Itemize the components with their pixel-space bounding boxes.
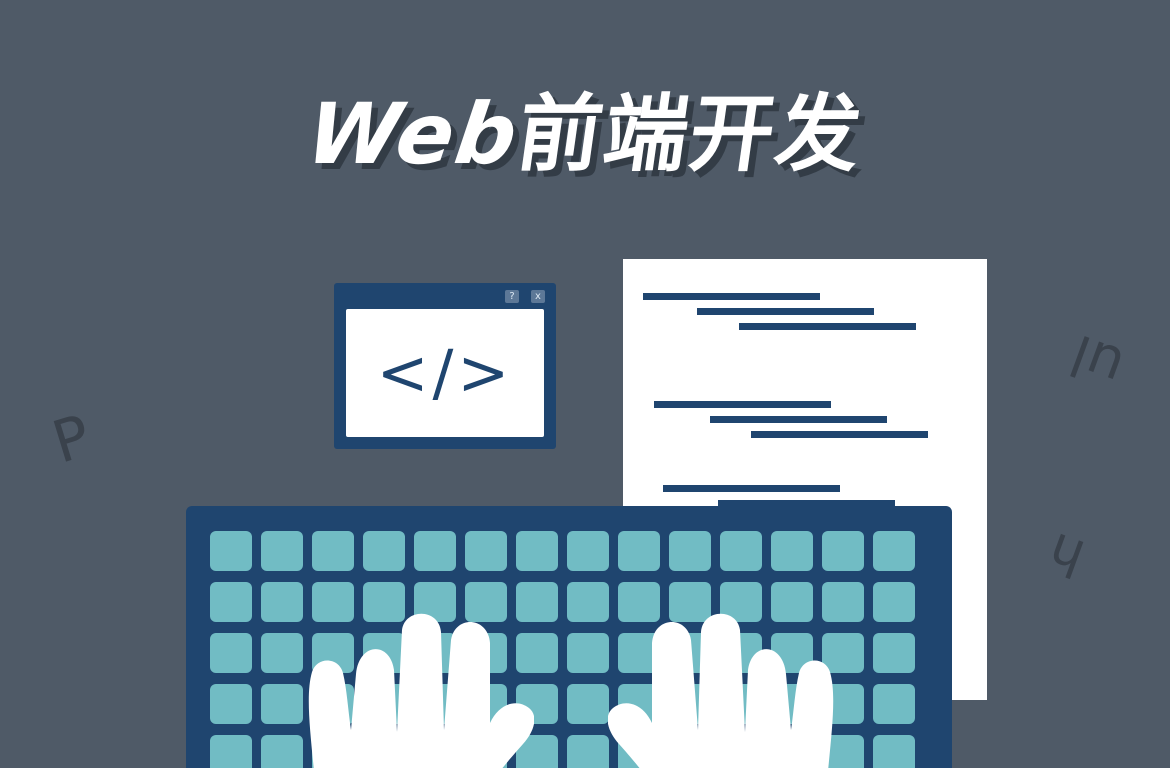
- document-line: [643, 293, 820, 300]
- keyboard-key: [261, 531, 303, 571]
- keyboard-key: [210, 531, 252, 571]
- code-symbol-text: </>: [346, 309, 544, 437]
- keyboard-key: [669, 531, 711, 571]
- right-hand-shape: [608, 613, 834, 768]
- keyboard-key: [210, 735, 252, 768]
- left-hand-shape: [308, 613, 534, 768]
- code-window-icon: ? x </>: [334, 283, 556, 449]
- right-hand-icon: [608, 612, 848, 768]
- document-line: [697, 308, 874, 315]
- keyboard-key: [873, 684, 915, 724]
- keyboard-key: [567, 633, 609, 673]
- document-line: [751, 431, 928, 438]
- document-line: [663, 485, 840, 492]
- document-line: [710, 416, 887, 423]
- banner-title: Web前端开发: [0, 85, 1170, 183]
- document-line: [654, 401, 831, 408]
- left-hand-svg: [308, 613, 534, 768]
- keyboard-key: [720, 531, 762, 571]
- keyboard-key: [567, 684, 609, 724]
- keyboard-key: [873, 633, 915, 673]
- keyboard-key: [567, 531, 609, 571]
- keyboard-key: [516, 531, 558, 571]
- floating-letter-h: h: [1040, 520, 1093, 588]
- help-button-icon: ?: [505, 290, 519, 303]
- keyboard-key: [567, 582, 609, 622]
- keyboard-key: [210, 633, 252, 673]
- floating-letter-ul: ul: [1062, 321, 1133, 400]
- keyboard-key: [414, 531, 456, 571]
- right-hand-svg: [608, 613, 834, 768]
- keyboard-key: [873, 582, 915, 622]
- left-hand-icon: [294, 612, 534, 768]
- document-line: [739, 323, 916, 330]
- close-button-icon: x: [531, 290, 545, 303]
- floating-letter-p: P: [44, 401, 99, 477]
- keyboard-key: [567, 735, 609, 768]
- keyboard-key: [465, 531, 507, 571]
- keyboard-key: [873, 735, 915, 768]
- keyboard-key: [210, 582, 252, 622]
- keyboard-key: [210, 684, 252, 724]
- keyboard-key: [822, 531, 864, 571]
- web-frontend-banner: Web前端开发 P ul h ? x </>: [0, 0, 1170, 768]
- keyboard-key: [771, 531, 813, 571]
- keyboard-key: [618, 531, 660, 571]
- keyboard-key: [873, 531, 915, 571]
- keyboard-key: [363, 531, 405, 571]
- title-chinese-text: 前端开发: [511, 85, 870, 183]
- title-latin-text: Web: [300, 85, 526, 183]
- keyboard-key: [312, 531, 354, 571]
